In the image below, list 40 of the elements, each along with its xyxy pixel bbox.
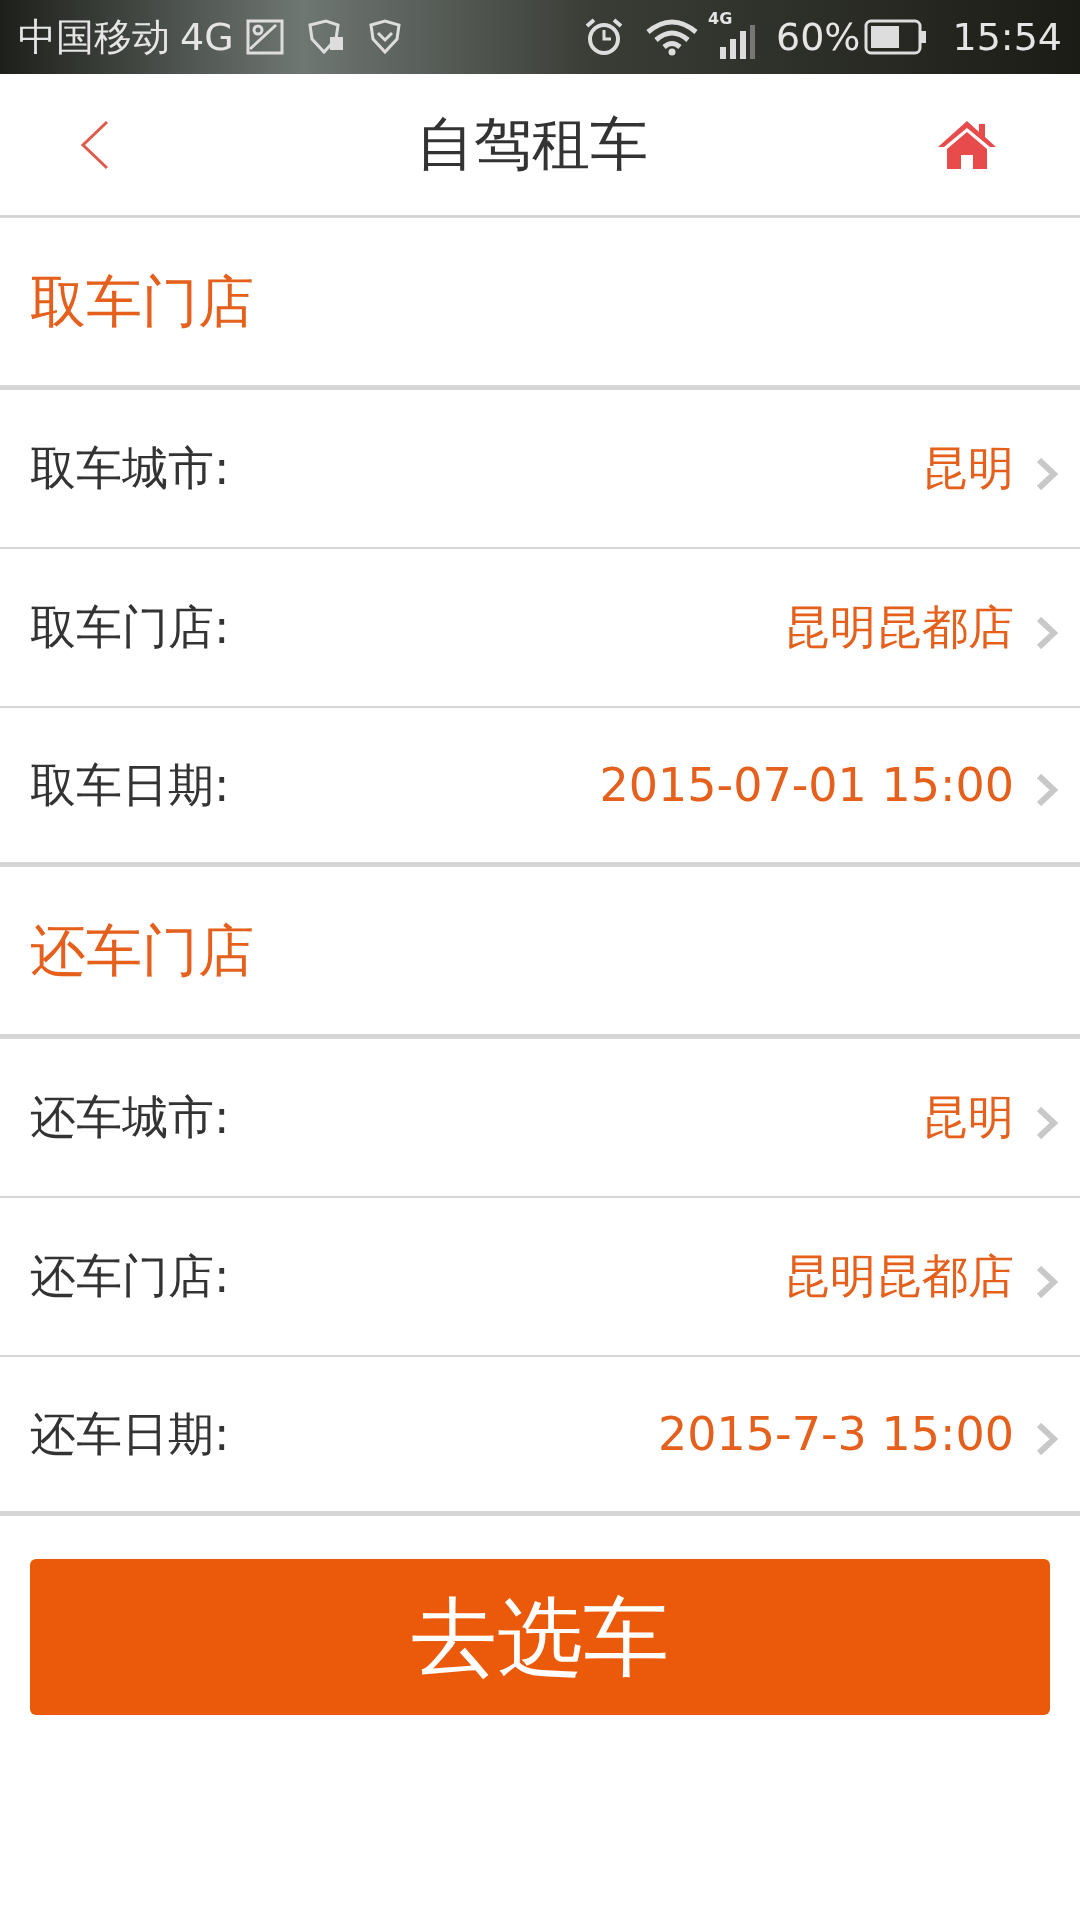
network-type: 4G xyxy=(708,8,733,30)
clock-time: 15:54 xyxy=(952,13,1062,61)
section-title: 还车门店 xyxy=(30,916,254,985)
form-row[interactable]: 还车日期: 2015-7-3 15:00 xyxy=(0,1357,1080,1516)
form-row[interactable]: 取车城市: 昆明 xyxy=(0,390,1080,549)
battery-percent: 60% xyxy=(776,13,861,61)
chevron-right-icon xyxy=(1036,456,1058,491)
field-value: 2015-7-3 15:00 xyxy=(658,1405,1014,1463)
field-value: 2015-07-01 15:00 xyxy=(599,756,1014,814)
alarm-clock-icon xyxy=(584,17,624,57)
choose-car-button[interactable]: 去选车 xyxy=(30,1559,1050,1715)
form-row[interactable]: 还车城市: 昆明 xyxy=(0,1039,1080,1198)
signal-icon xyxy=(720,25,756,59)
form-row[interactable]: 取车门店: 昆明昆都店 xyxy=(0,549,1080,708)
section-title: 取车门店 xyxy=(30,267,254,336)
field-label: 还车门店: xyxy=(30,1248,230,1305)
carrier-name: 中国移动 xyxy=(18,13,170,61)
shield-icon xyxy=(305,19,346,55)
chevron-right-icon xyxy=(1036,1264,1058,1299)
field-value: 昆明昆都店 xyxy=(784,599,1014,656)
field-label: 取车门店: xyxy=(30,599,230,656)
field-value: 昆明 xyxy=(922,1089,1014,1146)
battery-icon xyxy=(864,19,929,55)
network-type: 4G xyxy=(180,13,234,61)
chevron-right-icon xyxy=(1036,1422,1058,1456)
field-label: 取车城市: xyxy=(30,440,230,497)
shield-icon xyxy=(367,19,402,55)
field-label: 还车城市: xyxy=(30,1089,230,1146)
field-value: 昆明 xyxy=(922,440,1014,497)
wifi-icon xyxy=(644,18,700,56)
chevron-right-icon xyxy=(1036,615,1058,650)
page-title: 自驾租车 xyxy=(416,109,648,180)
chevron-right-icon xyxy=(1036,773,1058,807)
form-row[interactable]: 取车日期: 2015-07-01 15:00 xyxy=(0,708,1080,867)
image-icon xyxy=(245,19,284,55)
chevron-right-icon xyxy=(1036,1105,1058,1140)
form-row[interactable]: 还车门店: 昆明昆都店 xyxy=(0,1198,1080,1357)
field-label: 还车日期: xyxy=(30,1405,230,1463)
field-value: 昆明昆都店 xyxy=(784,1248,1014,1305)
field-label: 取车日期: xyxy=(30,756,230,814)
